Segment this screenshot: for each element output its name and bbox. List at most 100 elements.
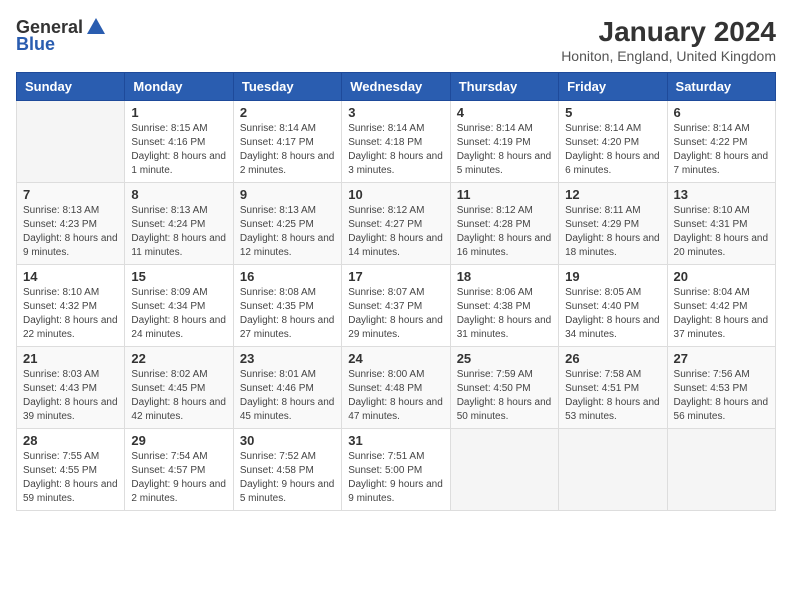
calendar-cell: 21 Sunrise: 8:03 AMSunset: 4:43 PMDayligh… [17, 347, 125, 429]
calendar-cell: 20 Sunrise: 8:04 AMSunset: 4:42 PMDayligh… [667, 265, 775, 347]
day-info: Sunrise: 8:10 AMSunset: 4:31 PMDaylight:… [674, 204, 769, 260]
calendar-cell: 14 Sunrise: 8:10 AMSunset: 4:32 PMDayligh… [17, 265, 125, 347]
day-number: 24 [348, 351, 443, 366]
main-title: January 2024 [561, 16, 776, 48]
calendar-cell: 16 Sunrise: 8:08 AMSunset: 4:35 PMDayligh… [233, 265, 341, 347]
day-of-week-header: Tuesday [233, 73, 341, 101]
day-number: 14 [23, 269, 118, 284]
day-info: Sunrise: 7:56 AMSunset: 4:53 PMDaylight:… [674, 368, 769, 424]
calendar-cell: 30 Sunrise: 7:52 AMSunset: 4:58 PMDayligh… [233, 429, 341, 511]
day-info: Sunrise: 8:13 AMSunset: 4:23 PMDaylight:… [23, 204, 118, 260]
calendar-week-row: 7 Sunrise: 8:13 AMSunset: 4:23 PMDaylight… [17, 183, 776, 265]
day-number: 7 [23, 187, 118, 202]
day-info: Sunrise: 7:58 AMSunset: 4:51 PMDaylight:… [565, 368, 660, 424]
calendar-cell: 27Sunrise: 7:56 AMSunset: 4:53 PMDayligh… [667, 347, 775, 429]
day-number: 23 [240, 351, 335, 366]
logo-blue: Blue [16, 34, 55, 55]
calendar-cell: 15Sunrise: 8:09 AMSunset: 4:34 PMDayligh… [125, 265, 233, 347]
day-info: Sunrise: 8:07 AMSunset: 4:37 PMDaylight:… [348, 286, 443, 342]
header: General Blue January 2024 Honiton, Engla… [16, 16, 776, 64]
day-number: 13 [674, 187, 769, 202]
day-info: Sunrise: 8:01 AMSunset: 4:46 PMDaylight:… [240, 368, 335, 424]
day-info: Sunrise: 8:04 AMSunset: 4:42 PMDaylight:… [674, 286, 769, 342]
day-info: Sunrise: 8:10 AMSunset: 4:32 PMDaylight:… [23, 286, 118, 342]
day-number: 4 [457, 105, 552, 120]
day-info: Sunrise: 8:06 AMSunset: 4:38 PMDaylight:… [457, 286, 552, 342]
day-info: Sunrise: 8:13 AMSunset: 4:25 PMDaylight:… [240, 204, 335, 260]
day-number: 25 [457, 351, 552, 366]
calendar-cell: 7 Sunrise: 8:13 AMSunset: 4:23 PMDaylight… [17, 183, 125, 265]
day-info: Sunrise: 8:14 AMSunset: 4:18 PMDaylight:… [348, 122, 443, 178]
calendar-table: SundayMondayTuesdayWednesdayThursdayFrid… [16, 72, 776, 511]
calendar-cell: 5 Sunrise: 8:14 AMSunset: 4:20 PMDaylight… [559, 101, 667, 183]
subtitle: Honiton, England, United Kingdom [561, 48, 776, 64]
day-info: Sunrise: 7:55 AMSunset: 4:55 PMDaylight:… [23, 450, 118, 506]
calendar-cell: 26 Sunrise: 7:58 AMSunset: 4:51 PMDayligh… [559, 347, 667, 429]
day-number: 22 [131, 351, 226, 366]
calendar-week-row: 14 Sunrise: 8:10 AMSunset: 4:32 PMDayligh… [17, 265, 776, 347]
day-info: Sunrise: 8:05 AMSunset: 4:40 PMDaylight:… [565, 286, 660, 342]
calendar-cell [17, 101, 125, 183]
day-number: 30 [240, 433, 335, 448]
day-info: Sunrise: 7:59 AMSunset: 4:50 PMDaylight:… [457, 368, 552, 424]
day-info: Sunrise: 8:15 AMSunset: 4:16 PMDaylight:… [131, 122, 226, 178]
day-info: Sunrise: 8:13 AMSunset: 4:24 PMDaylight:… [131, 204, 226, 260]
day-info: Sunrise: 7:51 AMSunset: 5:00 PMDaylight:… [348, 450, 443, 506]
day-number: 2 [240, 105, 335, 120]
calendar-cell: 24 Sunrise: 8:00 AMSunset: 4:48 PMDayligh… [342, 347, 450, 429]
day-number: 6 [674, 105, 769, 120]
calendar-cell: 2 Sunrise: 8:14 AMSunset: 4:17 PMDaylight… [233, 101, 341, 183]
calendar-week-row: 21 Sunrise: 8:03 AMSunset: 4:43 PMDayligh… [17, 347, 776, 429]
title-section: January 2024 Honiton, England, United Ki… [561, 16, 776, 64]
day-info: Sunrise: 8:12 AMSunset: 4:28 PMDaylight:… [457, 204, 552, 260]
day-number: 26 [565, 351, 660, 366]
day-number: 11 [457, 187, 552, 202]
day-info: Sunrise: 8:14 AMSunset: 4:22 PMDaylight:… [674, 122, 769, 178]
calendar-cell: 23 Sunrise: 8:01 AMSunset: 4:46 PMDayligh… [233, 347, 341, 429]
day-of-week-header: Monday [125, 73, 233, 101]
day-info: Sunrise: 7:52 AMSunset: 4:58 PMDaylight:… [240, 450, 335, 506]
calendar-week-row: 1 Sunrise: 8:15 AMSunset: 4:16 PMDaylight… [17, 101, 776, 183]
day-number: 16 [240, 269, 335, 284]
calendar-cell: 18Sunrise: 8:06 AMSunset: 4:38 PMDayligh… [450, 265, 558, 347]
day-number: 1 [131, 105, 226, 120]
day-number: 8 [131, 187, 226, 202]
calendar-cell [450, 429, 558, 511]
day-info: Sunrise: 8:12 AMSunset: 4:27 PMDaylight:… [348, 204, 443, 260]
calendar-cell: 3 Sunrise: 8:14 AMSunset: 4:18 PMDaylight… [342, 101, 450, 183]
day-number: 5 [565, 105, 660, 120]
day-number: 29 [131, 433, 226, 448]
day-number: 15 [131, 269, 226, 284]
day-info: Sunrise: 8:14 AMSunset: 4:17 PMDaylight:… [240, 122, 335, 178]
calendar-cell: 17Sunrise: 8:07 AMSunset: 4:37 PMDayligh… [342, 265, 450, 347]
day-info: Sunrise: 8:03 AMSunset: 4:43 PMDaylight:… [23, 368, 118, 424]
day-number: 3 [348, 105, 443, 120]
day-number: 28 [23, 433, 118, 448]
day-info: Sunrise: 7:54 AMSunset: 4:57 PMDaylight:… [131, 450, 226, 506]
calendar-cell: 25 Sunrise: 7:59 AMSunset: 4:50 PMDayligh… [450, 347, 558, 429]
calendar-cell: 11 Sunrise: 8:12 AMSunset: 4:28 PMDayligh… [450, 183, 558, 265]
calendar-cell: 13 Sunrise: 8:10 AMSunset: 4:31 PMDayligh… [667, 183, 775, 265]
day-of-week-header: Thursday [450, 73, 558, 101]
logo: General Blue [16, 16, 107, 55]
day-info: Sunrise: 8:08 AMSunset: 4:35 PMDaylight:… [240, 286, 335, 342]
day-number: 21 [23, 351, 118, 366]
calendar-cell [667, 429, 775, 511]
calendar-cell: 28 Sunrise: 7:55 AMSunset: 4:55 PMDayligh… [17, 429, 125, 511]
calendar-header-row: SundayMondayTuesdayWednesdayThursdayFrid… [17, 73, 776, 101]
calendar-cell: 19Sunrise: 8:05 AMSunset: 4:40 PMDayligh… [559, 265, 667, 347]
day-number: 12 [565, 187, 660, 202]
day-of-week-header: Friday [559, 73, 667, 101]
day-of-week-header: Wednesday [342, 73, 450, 101]
day-info: Sunrise: 8:14 AMSunset: 4:20 PMDaylight:… [565, 122, 660, 178]
day-info: Sunrise: 8:00 AMSunset: 4:48 PMDaylight:… [348, 368, 443, 424]
calendar-cell: 4Sunrise: 8:14 AMSunset: 4:19 PMDaylight… [450, 101, 558, 183]
calendar-cell: 9Sunrise: 8:13 AMSunset: 4:25 PMDaylight… [233, 183, 341, 265]
calendar-cell: 22Sunrise: 8:02 AMSunset: 4:45 PMDayligh… [125, 347, 233, 429]
calendar-cell: 6 Sunrise: 8:14 AMSunset: 4:22 PMDaylight… [667, 101, 775, 183]
calendar-cell: 1 Sunrise: 8:15 AMSunset: 4:16 PMDaylight… [125, 101, 233, 183]
day-info: Sunrise: 8:11 AMSunset: 4:29 PMDaylight:… [565, 204, 660, 260]
day-number: 20 [674, 269, 769, 284]
day-of-week-header: Sunday [17, 73, 125, 101]
day-number: 10 [348, 187, 443, 202]
